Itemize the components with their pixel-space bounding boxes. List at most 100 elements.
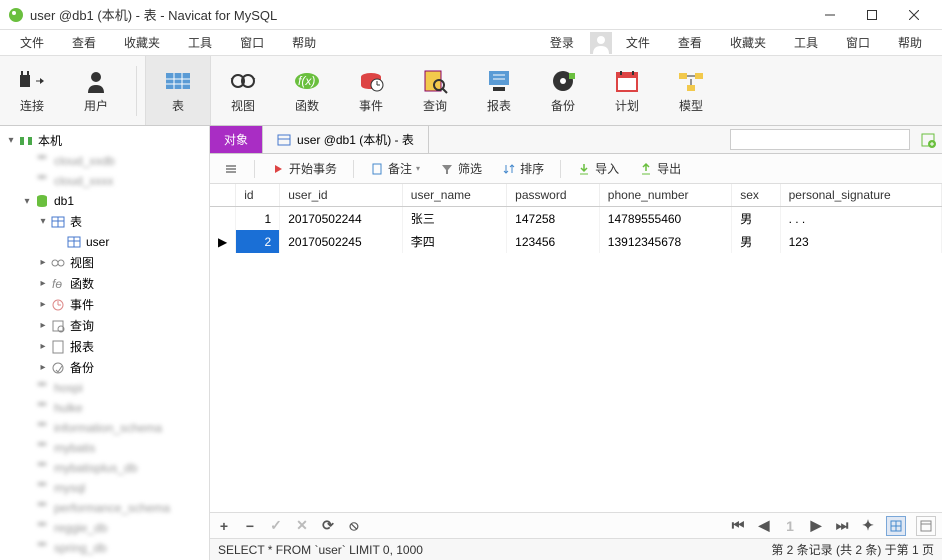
menu-1[interactable]: 查看 [664,30,716,55]
cell[interactable]: 李四 [402,230,506,253]
toolbar-report-button[interactable]: 报表 [467,56,531,125]
cell[interactable]: 张三 [402,207,506,231]
tree-db-blurred[interactable]: cloud_xxxx [0,171,209,191]
column-header[interactable]: user_id [280,184,403,207]
menu-3[interactable]: 工具 [780,30,832,55]
grid-view-button[interactable] [886,516,906,536]
menu-0[interactable]: 文件 [612,30,664,55]
last-page-button[interactable]: ⏭ [834,517,850,534]
chevron-down-icon[interactable]: ▾ [20,196,34,207]
table-row[interactable]: 120170502244张三14725814789555460男. . . [210,207,942,231]
apply-changes-button[interactable]: ✓ [268,517,284,534]
cell[interactable]: 123456 [507,230,600,253]
toolbar-backup-button[interactable]: 备份 [531,56,595,125]
column-header[interactable]: sex [732,184,780,207]
tree-db-blurred[interactable]: hospi [0,378,209,398]
table-row[interactable]: ▶220170502245李四12345613912345678男123 [210,230,942,253]
filter-button[interactable]: 筛选 [432,157,490,180]
toolbar-fx-button[interactable]: f(x)函数 [275,56,339,125]
toolbar-user-button[interactable]: 用户 [64,56,128,125]
cell[interactable]: 147258 [507,207,600,231]
cell[interactable]: 20170502244 [280,207,403,231]
tree-connection[interactable]: ▾ 本机 [0,130,209,151]
column-header[interactable]: phone_number [599,184,731,207]
tree-db-blurred[interactable]: spring_db [0,538,209,558]
tree-db-blurred[interactable]: hulke [0,398,209,418]
toolbar-plug-button[interactable]: 连接 [0,56,64,125]
avatar-icon[interactable] [590,32,612,54]
cell[interactable]: 1 [236,207,280,231]
column-header[interactable]: password [507,184,600,207]
menu-4[interactable]: 窗口 [832,30,884,55]
tab-user-table[interactable]: user @db1 (本机) - 表 [263,126,429,153]
settings-icon[interactable]: ✦ [860,517,876,534]
close-button[interactable] [894,1,934,29]
toolbar-schedule-button[interactable]: 计划 [595,56,659,125]
tree-db-blurred[interactable]: mybatisplus_db [0,458,209,478]
toolbar-table-button[interactable]: 表 [145,56,211,125]
import-button[interactable]: 导入 [569,157,627,180]
tree-db-blurred[interactable]: performance_schema [0,498,209,518]
tree-backups[interactable]: ▸备份 [0,357,209,378]
cell[interactable]: 男 [732,230,780,253]
cell[interactable]: 123 [780,230,941,253]
chevron-down-icon[interactable]: ▾ [36,216,50,227]
toolbar-query-button[interactable]: 查询 [403,56,467,125]
toolbar-model-button[interactable]: 模型 [659,56,723,125]
search-input[interactable] [730,129,910,150]
tree-views[interactable]: ▸视图 [0,252,209,273]
menu-toggle-button[interactable] [216,159,246,179]
tree-db-blurred[interactable]: mysql [0,478,209,498]
add-record-button[interactable]: + [216,518,232,534]
cell[interactable]: 2 [236,230,280,253]
new-tab-button[interactable] [914,126,942,153]
prev-page-button[interactable]: ◀ [756,517,772,534]
memo-button[interactable]: 备注▾ [362,157,428,180]
tree-tables[interactable]: ▾ 表 [0,211,209,232]
toolbar-event-button[interactable]: 事件 [339,56,403,125]
form-view-button[interactable] [916,516,936,536]
tree-functions[interactable]: ▸fө函数 [0,273,209,294]
tree-events[interactable]: ▸事件 [0,294,209,315]
chevron-down-icon[interactable]: ▾ [4,135,18,146]
cell[interactable]: 13912345678 [599,230,731,253]
tree-db-blurred[interactable]: information_schema [0,418,209,438]
sort-button[interactable]: 排序 [494,157,552,180]
connection-tree[interactable]: ▾ 本机 cloud_xxdb cloud_xxxx ▾ db1 ▾ 表 use… [0,126,210,560]
login-link[interactable]: 登录 [540,30,584,55]
delete-record-button[interactable]: − [242,518,258,534]
data-grid[interactable]: iduser_iduser_namepasswordphone_numberse… [210,184,942,512]
menu-item[interactable]: 窗口 [226,30,278,55]
cell[interactable]: 男 [732,207,780,231]
tree-queries[interactable]: ▸查询 [0,315,209,336]
tree-db-blurred[interactable]: cloud_xxdb [0,151,209,171]
cell[interactable]: 20170502245 [280,230,403,253]
tab-objects[interactable]: 对象 [210,126,263,153]
column-header[interactable]: id [236,184,280,207]
tree-reports[interactable]: ▸报表 [0,336,209,357]
tree-db-db1[interactable]: ▾ db1 [0,191,209,211]
begin-transaction-button[interactable]: 开始事务 [263,157,345,180]
next-page-button[interactable]: ▶ [808,517,824,534]
tree-db-blurred[interactable]: reggie_db [0,518,209,538]
menu-item[interactable]: 文件 [6,30,58,55]
export-button[interactable]: 导出 [631,157,689,180]
maximize-button[interactable] [852,1,892,29]
column-header[interactable]: user_name [402,184,506,207]
menu-item[interactable]: 工具 [174,30,226,55]
menu-item[interactable]: 查看 [58,30,110,55]
stop-button[interactable]: ⦸ [346,517,362,534]
toolbar-view-button[interactable]: 视图 [211,56,275,125]
column-header[interactable]: personal_signature [780,184,941,207]
cell[interactable]: . . . [780,207,941,231]
refresh-button[interactable]: ⟳ [320,517,336,534]
cell[interactable]: 14789555460 [599,207,731,231]
menu-2[interactable]: 收藏夹 [716,30,780,55]
tree-db-blurred[interactable]: mybatis [0,438,209,458]
cancel-changes-button[interactable]: ✕ [294,517,310,534]
menu-item[interactable]: 帮助 [278,30,330,55]
first-page-button[interactable]: ⏮ [730,517,746,534]
menu-item[interactable]: 收藏夹 [110,30,174,55]
minimize-button[interactable] [810,1,850,29]
menu-5[interactable]: 帮助 [884,30,936,55]
